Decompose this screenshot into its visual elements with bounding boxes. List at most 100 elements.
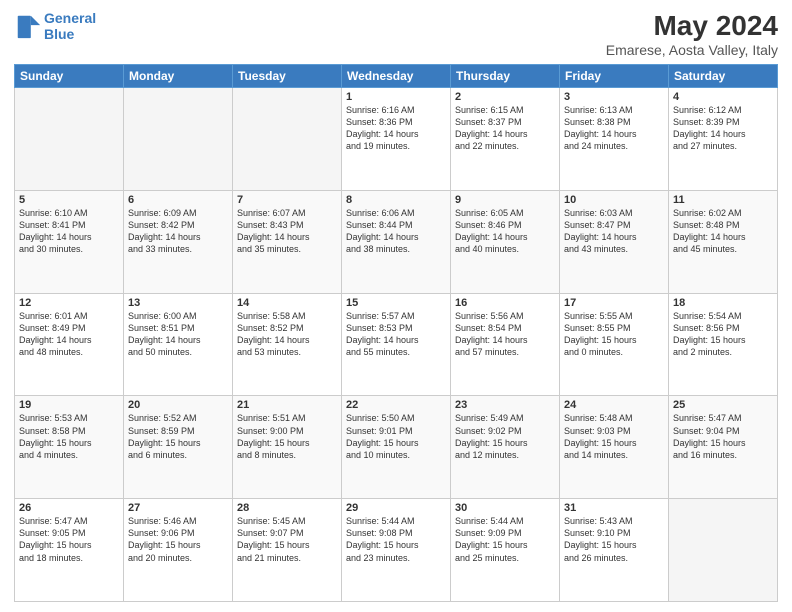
day-number: 6 bbox=[128, 194, 228, 206]
day-info: Sunrise: 6:09 AM Sunset: 8:42 PM Dayligh… bbox=[128, 207, 228, 256]
calendar-week-row: 26Sunrise: 5:47 AM Sunset: 9:05 PM Dayli… bbox=[15, 499, 778, 602]
day-number: 27 bbox=[128, 502, 228, 514]
table-row: 4Sunrise: 6:12 AM Sunset: 8:39 PM Daylig… bbox=[669, 88, 778, 191]
day-info: Sunrise: 6:16 AM Sunset: 8:36 PM Dayligh… bbox=[346, 104, 446, 153]
table-row: 1Sunrise: 6:16 AM Sunset: 8:36 PM Daylig… bbox=[342, 88, 451, 191]
day-number: 5 bbox=[19, 194, 119, 206]
table-row: 21Sunrise: 5:51 AM Sunset: 9:00 PM Dayli… bbox=[233, 396, 342, 499]
table-row: 13Sunrise: 6:00 AM Sunset: 8:51 PM Dayli… bbox=[124, 293, 233, 396]
calendar-title: May 2024 bbox=[606, 10, 778, 42]
day-number: 10 bbox=[564, 194, 664, 206]
table-row bbox=[124, 88, 233, 191]
day-number: 12 bbox=[19, 297, 119, 309]
day-number: 31 bbox=[564, 502, 664, 514]
day-info: Sunrise: 6:03 AM Sunset: 8:47 PM Dayligh… bbox=[564, 207, 664, 256]
table-row: 18Sunrise: 5:54 AM Sunset: 8:56 PM Dayli… bbox=[669, 293, 778, 396]
day-info: Sunrise: 5:53 AM Sunset: 8:58 PM Dayligh… bbox=[19, 412, 119, 461]
day-number: 1 bbox=[346, 91, 446, 103]
day-number: 15 bbox=[346, 297, 446, 309]
day-info: Sunrise: 5:47 AM Sunset: 9:04 PM Dayligh… bbox=[673, 412, 773, 461]
table-row: 20Sunrise: 5:52 AM Sunset: 8:59 PM Dayli… bbox=[124, 396, 233, 499]
table-row: 15Sunrise: 5:57 AM Sunset: 8:53 PM Dayli… bbox=[342, 293, 451, 396]
day-info: Sunrise: 5:58 AM Sunset: 8:52 PM Dayligh… bbox=[237, 310, 337, 359]
day-info: Sunrise: 6:05 AM Sunset: 8:46 PM Dayligh… bbox=[455, 207, 555, 256]
day-info: Sunrise: 5:48 AM Sunset: 9:03 PM Dayligh… bbox=[564, 412, 664, 461]
table-row: 30Sunrise: 5:44 AM Sunset: 9:09 PM Dayli… bbox=[451, 499, 560, 602]
day-info: Sunrise: 5:47 AM Sunset: 9:05 PM Dayligh… bbox=[19, 515, 119, 564]
day-number: 24 bbox=[564, 399, 664, 411]
day-number: 21 bbox=[237, 399, 337, 411]
day-number: 11 bbox=[673, 194, 773, 206]
table-row: 26Sunrise: 5:47 AM Sunset: 9:05 PM Dayli… bbox=[15, 499, 124, 602]
table-row: 23Sunrise: 5:49 AM Sunset: 9:02 PM Dayli… bbox=[451, 396, 560, 499]
calendar-week-row: 19Sunrise: 5:53 AM Sunset: 8:58 PM Dayli… bbox=[15, 396, 778, 499]
table-row: 25Sunrise: 5:47 AM Sunset: 9:04 PM Dayli… bbox=[669, 396, 778, 499]
day-number: 17 bbox=[564, 297, 664, 309]
day-info: Sunrise: 6:00 AM Sunset: 8:51 PM Dayligh… bbox=[128, 310, 228, 359]
day-info: Sunrise: 5:57 AM Sunset: 8:53 PM Dayligh… bbox=[346, 310, 446, 359]
day-info: Sunrise: 5:45 AM Sunset: 9:07 PM Dayligh… bbox=[237, 515, 337, 564]
day-number: 25 bbox=[673, 399, 773, 411]
table-row: 6Sunrise: 6:09 AM Sunset: 8:42 PM Daylig… bbox=[124, 190, 233, 293]
day-info: Sunrise: 5:52 AM Sunset: 8:59 PM Dayligh… bbox=[128, 412, 228, 461]
day-info: Sunrise: 6:10 AM Sunset: 8:41 PM Dayligh… bbox=[19, 207, 119, 256]
day-info: Sunrise: 5:54 AM Sunset: 8:56 PM Dayligh… bbox=[673, 310, 773, 359]
day-number: 22 bbox=[346, 399, 446, 411]
table-row: 3Sunrise: 6:13 AM Sunset: 8:38 PM Daylig… bbox=[560, 88, 669, 191]
col-wednesday: Wednesday bbox=[342, 65, 451, 88]
day-number: 2 bbox=[455, 91, 555, 103]
day-info: Sunrise: 6:02 AM Sunset: 8:48 PM Dayligh… bbox=[673, 207, 773, 256]
table-row: 24Sunrise: 5:48 AM Sunset: 9:03 PM Dayli… bbox=[560, 396, 669, 499]
table-row: 29Sunrise: 5:44 AM Sunset: 9:08 PM Dayli… bbox=[342, 499, 451, 602]
table-row: 9Sunrise: 6:05 AM Sunset: 8:46 PM Daylig… bbox=[451, 190, 560, 293]
logo-icon bbox=[14, 12, 42, 40]
table-row: 2Sunrise: 6:15 AM Sunset: 8:37 PM Daylig… bbox=[451, 88, 560, 191]
day-number: 28 bbox=[237, 502, 337, 514]
day-info: Sunrise: 5:56 AM Sunset: 8:54 PM Dayligh… bbox=[455, 310, 555, 359]
day-number: 20 bbox=[128, 399, 228, 411]
day-info: Sunrise: 5:49 AM Sunset: 9:02 PM Dayligh… bbox=[455, 412, 555, 461]
day-info: Sunrise: 5:55 AM Sunset: 8:55 PM Dayligh… bbox=[564, 310, 664, 359]
calendar-week-row: 5Sunrise: 6:10 AM Sunset: 8:41 PM Daylig… bbox=[15, 190, 778, 293]
table-row: 16Sunrise: 5:56 AM Sunset: 8:54 PM Dayli… bbox=[451, 293, 560, 396]
day-info: Sunrise: 5:44 AM Sunset: 9:09 PM Dayligh… bbox=[455, 515, 555, 564]
col-tuesday: Tuesday bbox=[233, 65, 342, 88]
day-number: 19 bbox=[19, 399, 119, 411]
table-row: 22Sunrise: 5:50 AM Sunset: 9:01 PM Dayli… bbox=[342, 396, 451, 499]
table-row: 5Sunrise: 6:10 AM Sunset: 8:41 PM Daylig… bbox=[15, 190, 124, 293]
table-row: 28Sunrise: 5:45 AM Sunset: 9:07 PM Dayli… bbox=[233, 499, 342, 602]
day-number: 4 bbox=[673, 91, 773, 103]
day-number: 16 bbox=[455, 297, 555, 309]
table-row: 11Sunrise: 6:02 AM Sunset: 8:48 PM Dayli… bbox=[669, 190, 778, 293]
logo-text: General Blue bbox=[44, 10, 96, 42]
col-monday: Monday bbox=[124, 65, 233, 88]
day-info: Sunrise: 5:46 AM Sunset: 9:06 PM Dayligh… bbox=[128, 515, 228, 564]
day-info: Sunrise: 5:43 AM Sunset: 9:10 PM Dayligh… bbox=[564, 515, 664, 564]
calendar-week-row: 1Sunrise: 6:16 AM Sunset: 8:36 PM Daylig… bbox=[15, 88, 778, 191]
day-info: Sunrise: 5:44 AM Sunset: 9:08 PM Dayligh… bbox=[346, 515, 446, 564]
day-info: Sunrise: 6:15 AM Sunset: 8:37 PM Dayligh… bbox=[455, 104, 555, 153]
day-info: Sunrise: 6:12 AM Sunset: 8:39 PM Dayligh… bbox=[673, 104, 773, 153]
col-sunday: Sunday bbox=[15, 65, 124, 88]
day-number: 9 bbox=[455, 194, 555, 206]
table-row bbox=[15, 88, 124, 191]
col-thursday: Thursday bbox=[451, 65, 560, 88]
day-info: Sunrise: 5:51 AM Sunset: 9:00 PM Dayligh… bbox=[237, 412, 337, 461]
day-number: 18 bbox=[673, 297, 773, 309]
day-info: Sunrise: 6:13 AM Sunset: 8:38 PM Dayligh… bbox=[564, 104, 664, 153]
col-saturday: Saturday bbox=[669, 65, 778, 88]
day-info: Sunrise: 6:06 AM Sunset: 8:44 PM Dayligh… bbox=[346, 207, 446, 256]
calendar-week-row: 12Sunrise: 6:01 AM Sunset: 8:49 PM Dayli… bbox=[15, 293, 778, 396]
day-info: Sunrise: 5:50 AM Sunset: 9:01 PM Dayligh… bbox=[346, 412, 446, 461]
table-row: 12Sunrise: 6:01 AM Sunset: 8:49 PM Dayli… bbox=[15, 293, 124, 396]
calendar-table: Sunday Monday Tuesday Wednesday Thursday… bbox=[14, 64, 778, 602]
header: General Blue May 2024 Emarese, Aosta Val… bbox=[14, 10, 778, 58]
day-number: 13 bbox=[128, 297, 228, 309]
table-row: 27Sunrise: 5:46 AM Sunset: 9:06 PM Dayli… bbox=[124, 499, 233, 602]
table-row: 19Sunrise: 5:53 AM Sunset: 8:58 PM Dayli… bbox=[15, 396, 124, 499]
day-number: 14 bbox=[237, 297, 337, 309]
title-block: May 2024 Emarese, Aosta Valley, Italy bbox=[606, 10, 778, 58]
day-number: 3 bbox=[564, 91, 664, 103]
table-row: 8Sunrise: 6:06 AM Sunset: 8:44 PM Daylig… bbox=[342, 190, 451, 293]
day-number: 23 bbox=[455, 399, 555, 411]
